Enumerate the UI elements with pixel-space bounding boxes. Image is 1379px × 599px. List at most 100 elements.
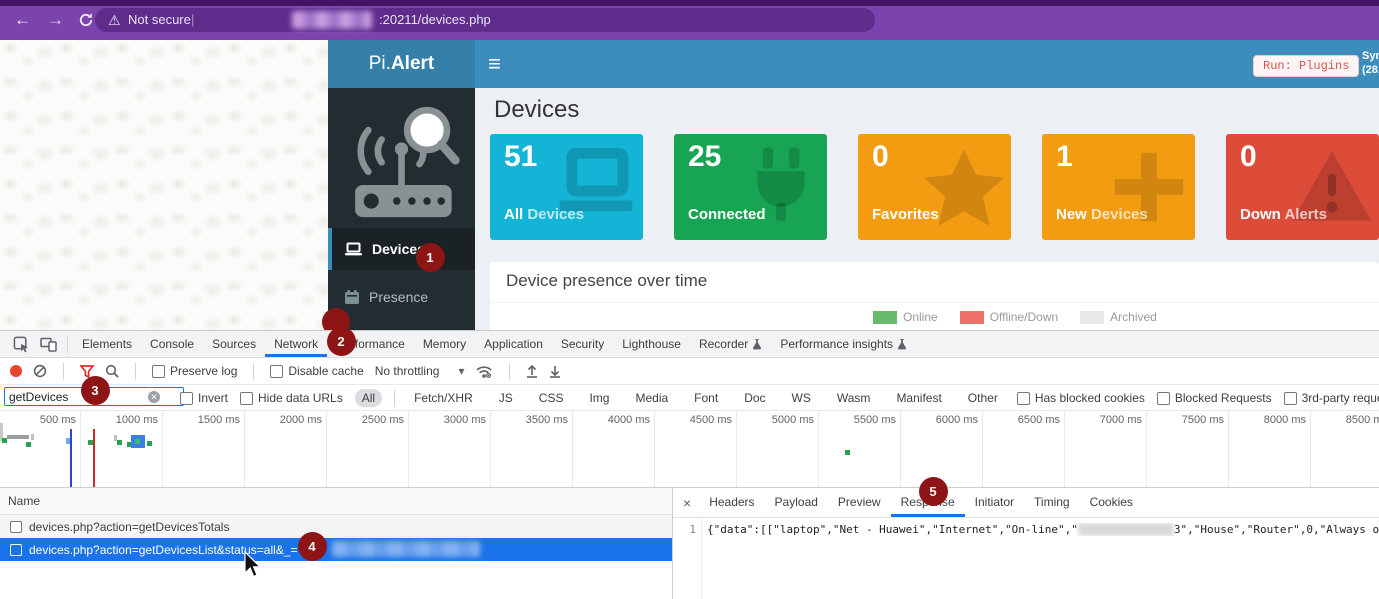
timeline-activity-mark [7,435,29,439]
hamburger-menu-icon[interactable]: ≡ [488,50,501,78]
devtools-tab-performance-insights[interactable]: Performance insights [771,331,916,357]
timeline-tick-label: 4000 ms [580,414,650,426]
details-tab-timing[interactable]: Timing [1024,488,1080,517]
devtools-tab-elements[interactable]: Elements [73,331,141,357]
import-har-button[interactable] [526,364,538,378]
disable-cache-checkbox[interactable]: Disable cache [270,364,363,378]
timeline-tick-label: 8000 ms [1236,414,1306,426]
search-button[interactable] [105,364,119,378]
hide-data-urls-checkbox[interactable]: Hide data URLs [240,391,343,405]
timeline-tick-label: 5000 ms [744,414,814,426]
timeline-gridline [900,411,901,488]
request-row-devices-totals[interactable]: devices.php?action=getDevicesTotals [0,515,672,538]
network-conditions-button[interactable] [475,364,493,379]
run-plugins-button[interactable]: Run: Plugins [1253,55,1359,77]
timeline-gridline [244,411,245,488]
divider [135,363,136,380]
inspect-element-button[interactable] [8,336,35,353]
address-bar[interactable]: ⚠ Not secure | :20211/devices.php [95,8,875,32]
timeline-gridline [818,411,819,488]
name-column-header[interactable]: Name [0,488,672,515]
logo-suffix: Alert [391,53,434,74]
card-value: 1 [1056,140,1073,174]
clear-filter-icon[interactable]: ✕ [148,391,160,403]
filter-chip-other[interactable]: Other [961,389,1005,407]
invert-checkbox[interactable]: Invert [180,391,228,405]
request-name: devices.php?action=getDevicesTotals [29,520,229,534]
filter-chip-doc[interactable]: Doc [737,389,772,407]
has-blocked-cookies-checkbox[interactable]: Has blocked cookies [1017,391,1145,405]
filter-chip-img[interactable]: Img [582,389,616,407]
details-tab-bar: × Headers Payload Preview Response Initi… [673,488,1379,518]
not-secure-label: Not secure [128,8,191,32]
annotation-marker-3: 3 [81,376,110,405]
card-label: Connected [688,206,766,223]
request-checkbox[interactable] [10,544,22,556]
sidebar-item-devices[interactable]: Devices [328,228,475,270]
warning-icon: ⚠ [108,8,121,32]
throttling-select[interactable]: No throttling▾ [375,364,465,378]
stat-card-all-devices[interactable]: 51 All Devices [490,134,643,240]
stat-card-down-alerts[interactable]: 0 Down Alerts [1226,134,1379,240]
devtools-tab-application[interactable]: Application [475,331,552,357]
details-tab-headers[interactable]: Headers [699,488,764,517]
filter-chip-font[interactable]: Font [687,389,725,407]
pialert-app: Pi.Alert ≡ Run: Plugins Syn (28, [328,40,1379,330]
back-button[interactable]: ← [14,11,31,29]
timeline-tick-label: 5500 ms [826,414,896,426]
reload-button[interactable] [78,12,94,28]
timeline-activity-mark [31,434,34,440]
mouse-cursor [242,551,262,579]
devtools-tab-console[interactable]: Console [141,331,203,357]
close-details-button[interactable]: × [673,495,699,511]
third-party-requests-checkbox[interactable]: 3rd-party requests [1284,391,1379,405]
network-overview-timeline[interactable]: 500 ms1000 ms1500 ms2000 ms2500 ms3000 m… [0,411,1379,488]
request-details-pane: × Headers Payload Preview Response Initi… [672,488,1379,599]
timeline-tick-label: 1500 ms [170,414,240,426]
devtools-tab-network[interactable]: Network [265,331,327,357]
filter-chip-js[interactable]: JS [492,389,520,407]
checkbox-icon [240,392,253,405]
filter-chip-ws[interactable]: WS [785,389,818,407]
devtools-tab-sources[interactable]: Sources [203,331,265,357]
filter-chip-media[interactable]: Media [628,389,675,407]
preserve-log-checkbox[interactable]: Preserve log [152,364,237,378]
export-har-button[interactable] [549,364,561,378]
forward-button[interactable]: → [47,11,64,29]
blocked-requests-checkbox[interactable]: Blocked Requests [1157,391,1272,405]
chevron-down-icon: ▾ [458,364,464,378]
request-row-devices-list[interactable]: devices.php?action=getDevicesList&status… [0,538,672,561]
app-logo[interactable]: Pi.Alert [328,40,475,88]
filter-chip-all[interactable]: All [355,389,382,407]
details-tab-payload[interactable]: Payload [765,488,828,517]
filter-chip-manifest[interactable]: Manifest [889,389,948,407]
card-label: New Devices [1056,206,1148,223]
clear-button[interactable] [33,364,47,378]
legend-item-archived: Archived [1080,310,1157,324]
timeline-gridline [1146,411,1147,488]
checkbox-icon [1157,392,1170,405]
details-tab-cookies[interactable]: Cookies [1080,488,1143,517]
devtools-tab-recorder[interactable]: Recorder [690,331,771,357]
timeline-activity-mark [147,441,152,446]
stat-card-new-devices[interactable]: 1 New Devices [1042,134,1195,240]
filter-chip-wasm[interactable]: Wasm [830,389,878,407]
record-button[interactable] [10,365,22,377]
devtools-tab-memory[interactable]: Memory [414,331,475,357]
url-redacted-host [292,11,372,29]
devtools-tab-lighthouse[interactable]: Lighthouse [613,331,690,357]
details-tab-initiator[interactable]: Initiator [965,488,1024,517]
request-checkbox[interactable] [10,521,22,533]
device-toolbar-button[interactable] [35,336,62,352]
filter-chip-fetch-xhr[interactable]: Fetch/XHR [407,389,480,407]
details-tab-preview[interactable]: Preview [828,488,891,517]
stat-card-connected[interactable]: 25 Connected [674,134,827,240]
card-value: 25 [688,140,721,174]
sidebar: Devices Presence [328,88,475,330]
timeline-gridline [982,411,983,488]
calendar-icon [345,290,359,304]
filter-chip-css[interactable]: CSS [532,389,571,407]
devtools-tab-security[interactable]: Security [552,331,613,357]
stat-card-favorites[interactable]: 0 Favorites [858,134,1011,240]
sidebar-item-presence[interactable]: Presence [328,278,475,316]
